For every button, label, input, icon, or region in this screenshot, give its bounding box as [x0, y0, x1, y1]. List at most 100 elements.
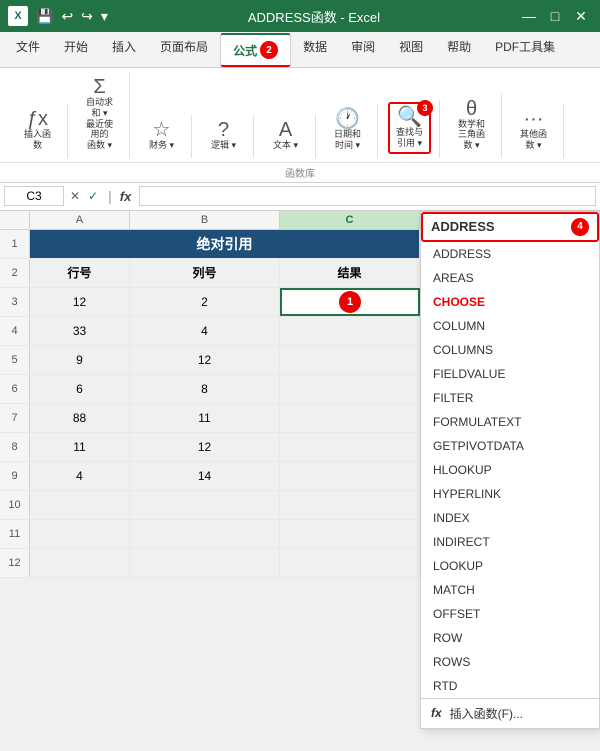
cell-4c[interactable]: [280, 317, 420, 345]
dropdown-item-choose[interactable]: CHOOSE: [421, 290, 599, 314]
financial-btn[interactable]: ☆ 财务 ▾: [142, 117, 182, 154]
cell-5c[interactable]: [280, 346, 420, 374]
cell-8c[interactable]: [280, 433, 420, 461]
cell-8a[interactable]: 11: [30, 433, 130, 461]
tab-formulas[interactable]: 公式 2: [220, 33, 291, 67]
ribbon-function-library-label: 函数库: [0, 162, 600, 182]
cell-7c[interactable]: [280, 404, 420, 432]
cell-5a[interactable]: 9: [30, 346, 130, 374]
cell-12a[interactable]: [30, 549, 130, 577]
dropdown-item-row[interactable]: ROW: [421, 626, 599, 650]
ribbon-group-logical-items: ? 逻辑 ▾: [204, 117, 244, 154]
formula-input[interactable]: [139, 186, 596, 206]
lookup-btn[interactable]: 🔍 查找与引用 ▾ 3: [388, 102, 431, 154]
close-btn[interactable]: ✕: [570, 5, 592, 27]
cell-2a[interactable]: 行号: [30, 259, 130, 287]
tab-home[interactable]: 开始: [52, 32, 100, 67]
cell-7b[interactable]: 11: [130, 404, 280, 432]
row-header-spacer: [0, 211, 30, 229]
cell-12b[interactable]: [130, 549, 280, 577]
financial-label: 财务 ▾: [149, 140, 174, 151]
more-functions-btn[interactable]: ··· 其他函数 ▾: [512, 106, 555, 154]
save-icon[interactable]: 💾: [34, 6, 55, 27]
maximize-btn[interactable]: □: [544, 5, 566, 27]
dropdown-item-rtd[interactable]: RTD: [421, 674, 599, 698]
more-icon: ···: [524, 109, 544, 129]
dropdown-item-areas[interactable]: AREAS: [421, 266, 599, 290]
cell-12c[interactable]: [280, 549, 420, 577]
dropdown-header-badge: 4: [571, 218, 589, 236]
insert-function-label: 插入函数: [22, 129, 53, 151]
cell-10b[interactable]: [130, 491, 280, 519]
cell-3a[interactable]: 12: [30, 288, 130, 316]
cancel-formula-icon[interactable]: ✕: [70, 189, 80, 203]
math-btn[interactable]: θ 数学和三角函数 ▾: [450, 96, 493, 154]
confirm-formula-icon[interactable]: ✓: [88, 189, 98, 203]
dropdown-list[interactable]: ADDRESS AREAS CHOOSE COLUMN COLUMNS FIEL…: [421, 242, 599, 698]
dropdown-item-match[interactable]: MATCH: [421, 578, 599, 602]
dropdown-icon[interactable]: ▾: [99, 6, 110, 27]
dropdown-item-rows[interactable]: ROWS: [421, 650, 599, 674]
dropdown-item-fieldvalue[interactable]: FIELDVALUE: [421, 362, 599, 386]
cell-6a[interactable]: 6: [30, 375, 130, 403]
logical-btn[interactable]: ? 逻辑 ▾: [204, 117, 244, 154]
tab-file[interactable]: 文件: [4, 32, 52, 67]
datetime-btn[interactable]: 🕐 日期和时间 ▾: [326, 106, 369, 154]
ribbon: 文件 开始 插入 页面布局 公式 2 数据 审阅 视图 帮助 PDF工具集 ƒx…: [0, 32, 600, 183]
ribbon-group-autosum-items: Σ 自动求和 ▾最近使用的函数 ▾: [78, 74, 121, 154]
dropdown-item-column[interactable]: COLUMN: [421, 314, 599, 338]
text-btn[interactable]: A 文本 ▾: [266, 117, 306, 154]
cell-3c[interactable]: 1: [280, 288, 420, 316]
cell-11a[interactable]: [30, 520, 130, 548]
cell-10c[interactable]: [280, 491, 420, 519]
cell-2b[interactable]: 列号: [130, 259, 280, 287]
tab-data[interactable]: 数据: [291, 32, 339, 67]
cell-7a[interactable]: 88: [30, 404, 130, 432]
cell-4b[interactable]: 4: [130, 317, 280, 345]
redo-icon[interactable]: ↪: [79, 6, 95, 27]
dropdown-item-indirect[interactable]: INDIRECT: [421, 530, 599, 554]
cell-6c[interactable]: [280, 375, 420, 403]
autosum-btn[interactable]: Σ 自动求和 ▾最近使用的函数 ▾: [78, 74, 121, 154]
cell-4a[interactable]: 33: [30, 317, 130, 345]
cell-5b[interactable]: 12: [130, 346, 280, 374]
name-box[interactable]: [4, 186, 64, 206]
dropdown-item-columns[interactable]: COLUMNS: [421, 338, 599, 362]
minimize-btn[interactable]: —: [518, 5, 540, 27]
dropdown-item-filter[interactable]: FILTER: [421, 386, 599, 410]
col-header-b[interactable]: B: [130, 211, 280, 229]
dropdown-footer-insert[interactable]: fx 插入函数(F)...: [421, 698, 599, 728]
dropdown-item-hlookup[interactable]: HLOOKUP: [421, 458, 599, 482]
ribbon-group-insertfx-items: ƒx 插入函数: [16, 106, 59, 154]
tab-pagelayout[interactable]: 页面布局: [148, 32, 220, 67]
cell-2c[interactable]: 结果: [280, 259, 420, 287]
dropdown-item-address[interactable]: ADDRESS: [421, 242, 599, 266]
tab-view[interactable]: 视图: [387, 32, 435, 67]
footer-fx-icon: fx: [431, 706, 442, 720]
cell-9b[interactable]: 14: [130, 462, 280, 490]
cell-1a[interactable]: 绝对引用: [30, 230, 420, 258]
table-row: 10: [0, 491, 420, 520]
dropdown-item-offset[interactable]: OFFSET: [421, 602, 599, 626]
col-header-c[interactable]: C: [280, 211, 420, 229]
col-header-a[interactable]: A: [30, 211, 130, 229]
undo-icon[interactable]: ↩: [59, 6, 75, 27]
cell-3b[interactable]: 2: [130, 288, 280, 316]
tab-help[interactable]: 帮助: [435, 32, 483, 67]
tab-pdf[interactable]: PDF工具集: [483, 32, 567, 67]
cell-11c[interactable]: [280, 520, 420, 548]
cell-11b[interactable]: [130, 520, 280, 548]
dropdown-item-index[interactable]: INDEX: [421, 506, 599, 530]
cell-6b[interactable]: 8: [130, 375, 280, 403]
tab-review[interactable]: 审阅: [339, 32, 387, 67]
cell-9c[interactable]: [280, 462, 420, 490]
cell-10a[interactable]: [30, 491, 130, 519]
insert-function-btn[interactable]: ƒx 插入函数: [16, 106, 59, 154]
dropdown-item-formulatext[interactable]: FORMULATEXT: [421, 410, 599, 434]
cell-8b[interactable]: 12: [130, 433, 280, 461]
dropdown-item-hyperlink[interactable]: HYPERLINK: [421, 482, 599, 506]
dropdown-item-lookup[interactable]: LOOKUP: [421, 554, 599, 578]
dropdown-item-getpivotdata[interactable]: GETPIVOTDATA: [421, 434, 599, 458]
tab-insert[interactable]: 插入: [100, 32, 148, 67]
cell-9a[interactable]: 4: [30, 462, 130, 490]
